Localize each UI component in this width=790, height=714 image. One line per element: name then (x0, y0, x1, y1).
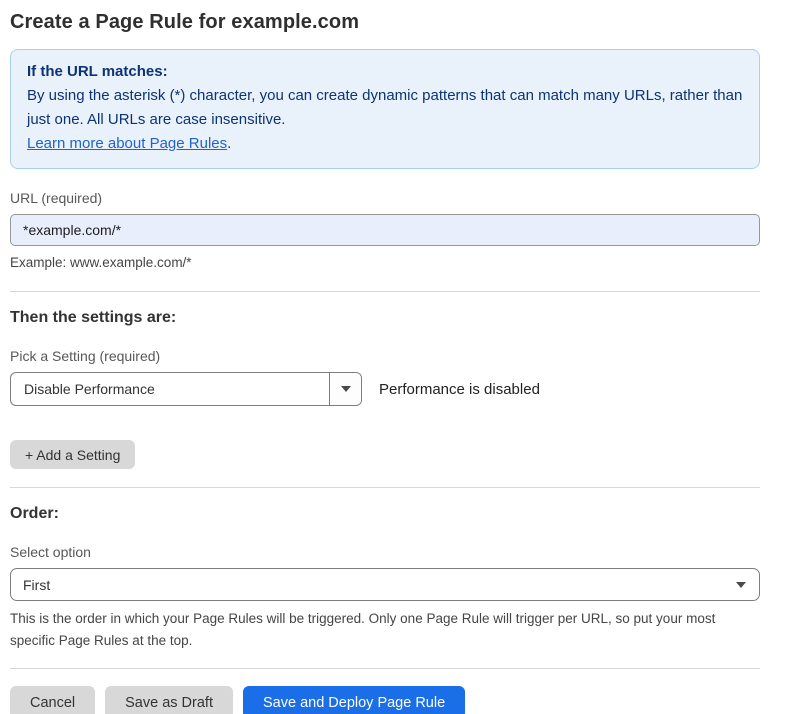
divider (10, 291, 760, 292)
setting-select-row: Disable Performance Performance is disab… (10, 372, 760, 406)
url-matches-info-box: If the URL matches: By using the asteris… (10, 49, 760, 169)
settings-section-heading: Then the settings are: (10, 309, 760, 327)
url-example-text: Example: www.example.com/* (10, 255, 760, 270)
order-help-text: This is the order in which your Page Rul… (10, 608, 750, 652)
setting-select-arrow-button[interactable] (329, 373, 361, 405)
order-select[interactable]: First (10, 568, 760, 601)
info-box-heading: If the URL matches: (27, 60, 743, 84)
url-field-label: URL (required) (10, 190, 760, 206)
info-box-link-line: Learn more about Page Rules. (27, 132, 743, 156)
link-period: . (227, 135, 231, 152)
url-input[interactable] (10, 214, 760, 246)
create-page-rule-form: Create a Page Rule for example.com If th… (10, 0, 760, 714)
order-select-value: First (23, 577, 50, 593)
save-as-draft-button[interactable]: Save as Draft (105, 686, 233, 714)
order-section-heading: Order: (10, 505, 760, 523)
learn-more-link[interactable]: Learn more about Page Rules (27, 135, 227, 152)
order-select-label: Select option (10, 544, 760, 560)
add-setting-button[interactable]: + Add a Setting (10, 440, 135, 469)
divider (10, 668, 760, 669)
page-title: Create a Page Rule for example.com (10, 11, 760, 34)
save-and-deploy-button[interactable]: Save and Deploy Page Rule (243, 686, 465, 714)
info-box-body: By using the asterisk (*) character, you… (27, 84, 743, 132)
divider (10, 487, 760, 488)
setting-select[interactable]: Disable Performance (10, 372, 362, 406)
form-actions: Cancel Save as Draft Save and Deploy Pag… (10, 686, 760, 714)
pick-setting-label: Pick a Setting (required) (10, 348, 760, 364)
chevron-down-icon (736, 582, 746, 588)
chevron-down-icon (341, 386, 351, 392)
setting-status-text: Performance is disabled (379, 381, 540, 398)
setting-select-value: Disable Performance (11, 373, 329, 405)
cancel-button[interactable]: Cancel (10, 686, 95, 714)
